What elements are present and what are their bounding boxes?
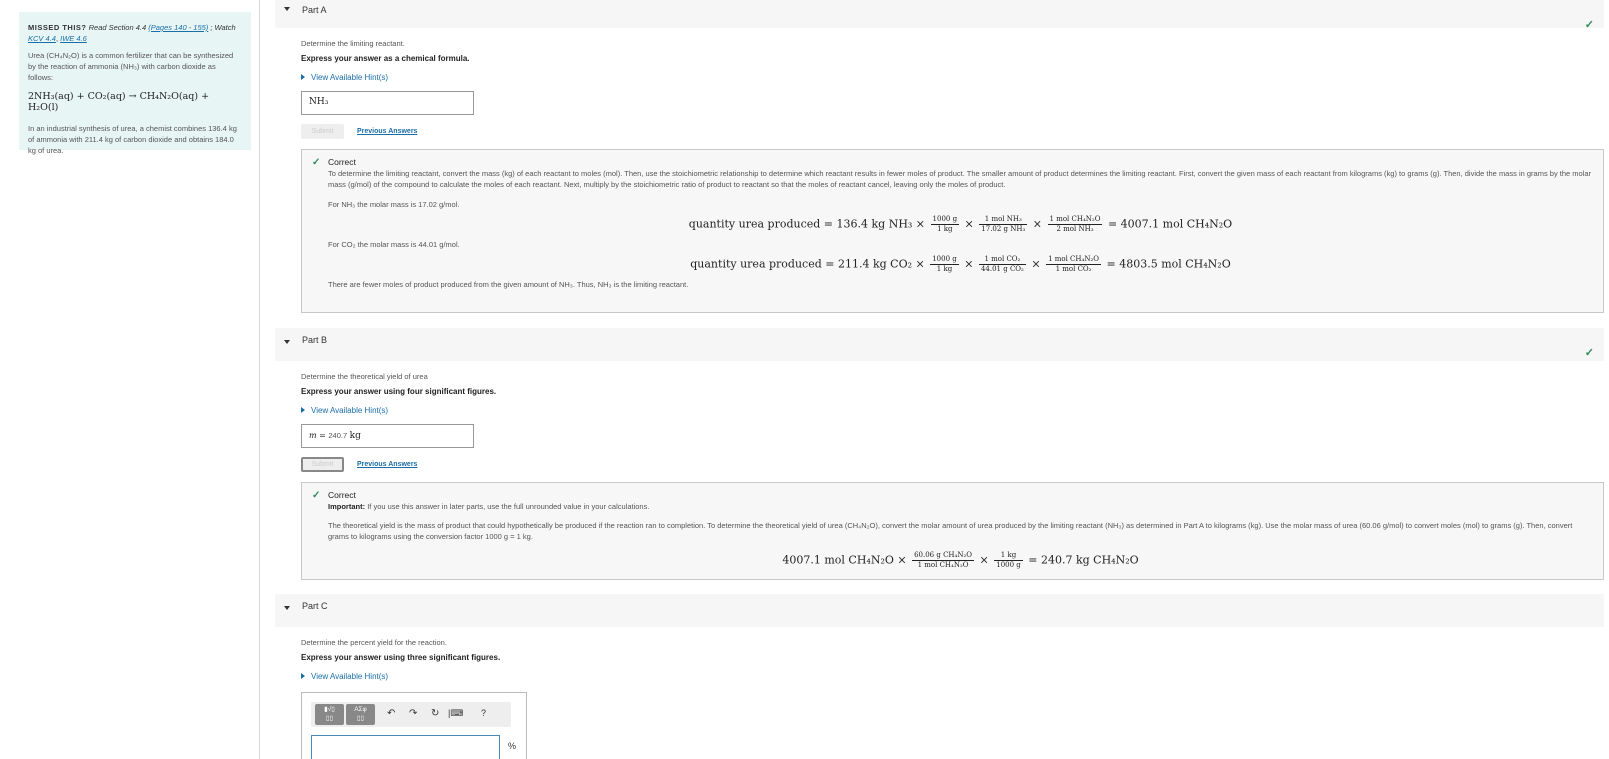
yield-eq-result: = 240.7 kg CH₄N₂O	[1028, 553, 1139, 567]
important-text: If you use this answer in later parts, u…	[367, 502, 650, 511]
part-a-feedback: ✓ Correct To determine the limiting reac…	[301, 149, 1604, 313]
part-a-previous-answers-link[interactable]: Previous Answers	[357, 128, 417, 135]
part-c-answer-input[interactable]	[311, 735, 500, 759]
help-icon[interactable]: ?	[481, 708, 486, 718]
collapse-caret-icon[interactable]	[284, 606, 290, 610]
reset-icon[interactable]: ↻	[431, 708, 439, 719]
part-b-submit-button[interactable]: Submit	[301, 457, 344, 472]
part-a-title: Part A	[302, 5, 327, 15]
intro-text: Urea (CH₄N₂O) is a common fertilizer tha…	[28, 51, 234, 82]
part-b-explanation: The theoretical yield is the mass of pro…	[328, 521, 1573, 541]
part-c-question: Determine the percent yield for the reac…	[301, 638, 447, 647]
eq2-fraction-2: 1 mol CO₂ 44.01 g CO₂	[978, 255, 1026, 273]
kcv-link[interactable]: KCV 4.4	[28, 34, 56, 43]
answer-unit: kg	[349, 431, 361, 441]
important-note: Important: If you use this answer in lat…	[328, 501, 1593, 512]
nh3-molar-mass: For NH₃ the molar mass is 17.02 g/mol.	[328, 200, 460, 209]
part-a-instruction: Express your answer as a chemical formul…	[301, 54, 470, 63]
eq1-fraction-1: 1000 g1 kg	[930, 215, 960, 233]
pages-link[interactable]: (Pages 140 - 155)	[148, 23, 208, 32]
correct-check-icon: ✓	[312, 157, 321, 168]
column-divider	[259, 0, 260, 759]
part-c-title: Part C	[302, 601, 328, 611]
correct-check-icon: ✓	[312, 490, 321, 501]
yield-eq-left: 4007.1 mol CH₄N₂O ×	[782, 553, 907, 567]
part-a-header[interactable]: Part A ✓	[275, 0, 1604, 31]
co2-equation: quantity urea produced = 211.4 kg CO₂ × …	[690, 255, 1231, 273]
part-b-question: Determine the theoretical yield of urea	[301, 372, 428, 381]
iwe-link[interactable]: IWE 4.6	[60, 34, 87, 43]
feedback-title: Correct	[328, 490, 356, 500]
part-b-title: Part B	[302, 335, 328, 345]
editor-toolbar: ▮√▯ ▯▯ ΑΣφ ▯▯ ↶ ↷ ↻ |⌨ ?	[311, 702, 511, 727]
co2-molar-mass: For CO₂ the molar mass is 44.01 g/mol.	[328, 240, 460, 249]
yield-fraction-2: 1 kg 1000 g	[994, 551, 1023, 569]
missed-label: MISSED THIS?	[28, 23, 87, 32]
eq1-result: = 4007.1 mol CH₄N₂O	[1107, 217, 1233, 231]
nh3-equation: quantity urea produced = 136.4 kg NH₃ × …	[688, 215, 1233, 233]
eq1-fraction-3: 1 mol CH₄N₂O 2 mol NH₃	[1047, 215, 1103, 233]
percent-unit: %	[508, 741, 517, 751]
eq2-fraction-3: 1 mol CH₄N₂O 1 mol CO₂	[1046, 255, 1101, 273]
missed-this-line: MISSED THIS? Read Section 4.4 (Pages 140…	[28, 23, 236, 43]
problem-text: In an industrial synthesis of urea, a ch…	[28, 124, 237, 155]
answer-variable: m =	[309, 431, 326, 440]
redo-icon[interactable]: ↷	[409, 708, 417, 719]
part-a-submit-button[interactable]: Submit	[301, 124, 344, 139]
part-c-header[interactable]: Part C	[275, 594, 1604, 627]
eq1-left: quantity urea produced = 136.4 kg NH₃ ×	[688, 217, 926, 231]
undo-icon[interactable]: ↶	[387, 708, 395, 719]
keyboard-icon[interactable]: |⌨	[448, 708, 463, 719]
yield-equation: 4007.1 mol CH₄N₂O × 60.06 g CH₄N₂O 1 mol …	[782, 551, 1139, 569]
part-b-header[interactable]: Part B ✓	[275, 328, 1604, 361]
part-b-answer-field[interactable]: m = 240.7 kg	[301, 424, 474, 448]
reaction-equation: 2NH₃(aq) + CO₂(aq) → CH₄N₂O(aq) + H₂O(l)	[28, 91, 210, 113]
problem-intro-panel: MISSED THIS? Read Section 4.4 (Pages 140…	[19, 12, 251, 155]
checkmark-icon: ✓	[1584, 347, 1594, 359]
part-b-previous-answers-link[interactable]: Previous Answers	[357, 461, 417, 468]
part-c-hints-toggle[interactable]: View Available Hint(s)	[301, 672, 388, 681]
eq2-fraction-1: 1000 g1 kg	[930, 255, 959, 273]
templates-button[interactable]: ▮√▯ ▯▯	[315, 704, 344, 725]
collapse-caret-icon[interactable]	[284, 7, 290, 11]
checkmark-icon: ✓	[1584, 19, 1594, 31]
part-a-question: Determine the limiting reactant.	[301, 39, 405, 48]
yield-fraction-1: 60.06 g CH₄N₂O 1 mol CH₄N₂O	[912, 551, 975, 569]
part-c-instruction: Express your answer using three signific…	[301, 653, 501, 662]
part-a-answer-field[interactable]: NH₃	[301, 91, 474, 115]
eq2-result: = 4803.5 mol CH₄N₂O	[1106, 257, 1231, 271]
answer-value: 240.7	[328, 431, 348, 440]
watch-text: ; Watch	[210, 23, 236, 32]
part-a-hints-toggle[interactable]: View Available Hint(s)	[301, 73, 388, 82]
collapse-caret-icon[interactable]	[284, 340, 290, 344]
part-c-math-editor: ▮√▯ ▯▯ ΑΣφ ▯▯ ↶ ↷ ↻ |⌨ ? %	[301, 692, 527, 759]
eq1-fraction-2: 1 mol NH₃ 17.02 g NH₃	[979, 215, 1028, 233]
feedback-title: Correct	[328, 157, 356, 167]
eq2-left: quantity urea produced = 211.4 kg CO₂ ×	[690, 257, 925, 271]
important-label: Important:	[328, 502, 366, 511]
part-a-conclusion: There are fewer moles of product produce…	[328, 280, 689, 289]
symbols-button[interactable]: ΑΣφ ▯▯	[346, 704, 375, 725]
part-b-instruction: Express your answer using four significa…	[301, 387, 497, 396]
part-b-hints-toggle[interactable]: View Available Hint(s)	[301, 406, 388, 415]
feedback-explanation: To determine the limiting reactant, conv…	[328, 169, 1592, 189]
read-text: Read Section 4.4	[88, 23, 147, 32]
part-b-feedback: ✓ Correct Important: If you use this ans…	[301, 482, 1604, 580]
